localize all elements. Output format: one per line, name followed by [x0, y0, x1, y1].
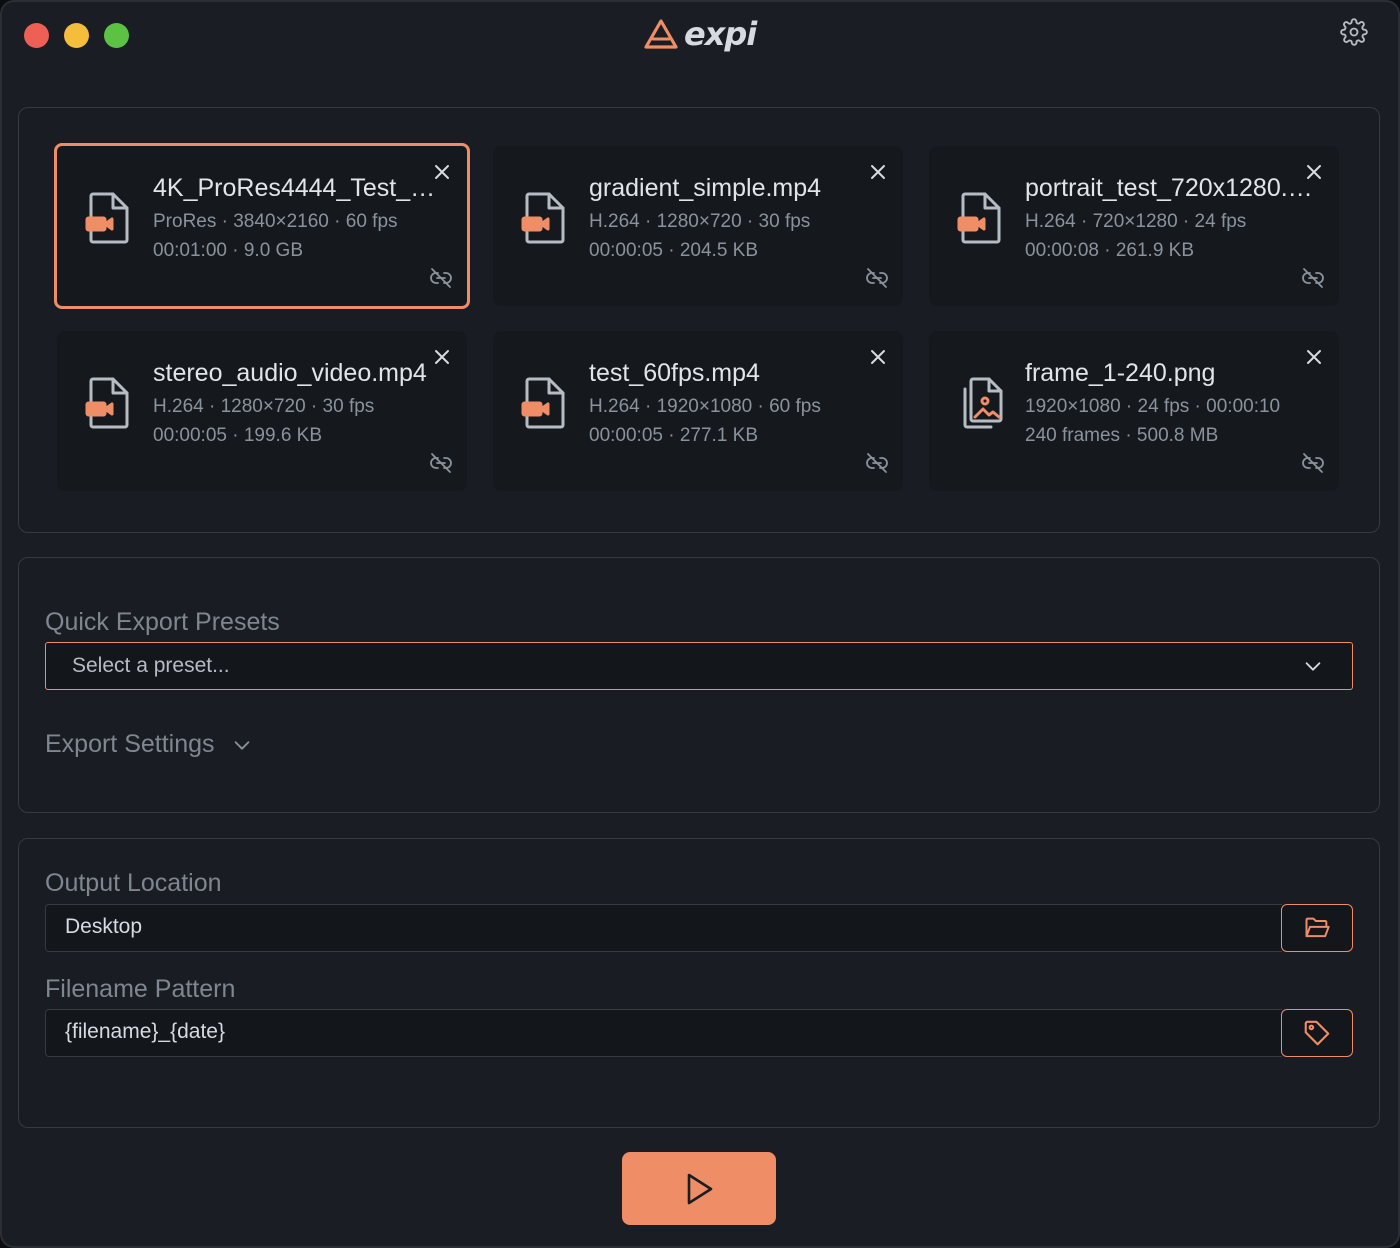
output-location-label: Output Location	[45, 869, 222, 897]
preset-select[interactable]: Select a preset...	[45, 642, 1353, 690]
chevron-down-icon	[234, 740, 249, 750]
file-name: frame_1-240.png	[1025, 359, 1216, 387]
logo-mark-icon	[644, 19, 678, 49]
video-file-icon	[521, 190, 569, 246]
file-meta-duration-size: 00:00:05 · 204.5 KB	[589, 240, 759, 261]
start-export-button[interactable]	[622, 1152, 776, 1225]
unlink-icon[interactable]	[865, 451, 889, 475]
quick-export-presets-label: Quick Export Presets	[45, 608, 280, 636]
remove-file-icon[interactable]	[869, 348, 887, 366]
close-window-button[interactable]	[24, 23, 49, 48]
unlink-icon[interactable]	[865, 266, 889, 290]
file-card[interactable]: 4K_ProRes4444_Test_6… ProRes · 3840×2160 …	[54, 143, 470, 309]
video-file-icon	[957, 190, 1005, 246]
file-card[interactable]: stereo_audio_video.mp4 H.264 · 1280×720 ·…	[57, 331, 467, 491]
logo-text: expi	[684, 15, 757, 53]
app-logo: expi	[644, 12, 757, 56]
filename-pattern-label: Filename Pattern	[45, 975, 236, 1003]
settings-gear-icon[interactable]	[1340, 18, 1368, 46]
file-meta-format: H.264 · 1280×720 · 30 fps	[153, 396, 375, 417]
file-card[interactable]: frame_1-240.png 1920×1080 · 24 fps · 00:0…	[929, 331, 1339, 491]
file-name: portrait_test_720x1280.…	[1025, 174, 1313, 202]
file-card[interactable]: portrait_test_720x1280.… H.264 · 720×1280…	[929, 146, 1339, 306]
presets-panel: Quick Export Presets Select a preset... …	[18, 557, 1380, 813]
remove-file-icon[interactable]	[1305, 163, 1323, 181]
remove-file-icon[interactable]	[1305, 348, 1323, 366]
maximize-window-button[interactable]	[104, 23, 129, 48]
file-meta-duration-size: 00:00:08 · 261.9 KB	[1025, 240, 1195, 261]
video-file-icon	[85, 375, 133, 431]
file-card[interactable]: gradient_simple.mp4 H.264 · 1280×720 · 30…	[493, 146, 903, 306]
export-settings-toggle[interactable]: Export Settings	[45, 730, 253, 759]
output-panel: Output Location Desktop Filename Pattern…	[18, 838, 1380, 1128]
folder-open-icon	[1305, 917, 1330, 938]
chevron-down-icon	[1305, 662, 1321, 671]
unlink-icon[interactable]	[429, 451, 453, 475]
video-file-icon	[85, 190, 133, 246]
filename-pattern-value: {filename}_{date}	[65, 1020, 225, 1043]
file-card[interactable]: test_60fps.mp4 H.264 · 1920×1080 · 60 fps…	[493, 331, 903, 491]
file-meta-format: H.264 · 1280×720 · 30 fps	[589, 211, 811, 232]
app-window: expi 4K_ProRes4444_Test_6… ProRes · 3840×…	[0, 0, 1400, 1248]
file-name: gradient_simple.mp4	[589, 174, 822, 202]
file-name: test_60fps.mp4	[589, 359, 760, 387]
remove-file-icon[interactable]	[433, 163, 451, 181]
filename-pattern-field[interactable]: {filename}_{date}	[45, 1009, 1282, 1057]
browse-folder-button[interactable]	[1281, 904, 1353, 952]
file-meta-duration-size: 00:00:05 · 277.1 KB	[589, 425, 759, 446]
file-meta-format: H.264 · 720×1280 · 24 fps	[1025, 211, 1247, 232]
file-meta-duration-size: 00:01:00 · 9.0 GB	[153, 240, 303, 261]
image-sequence-icon	[957, 375, 1005, 431]
remove-file-icon[interactable]	[869, 163, 887, 181]
tag-icon	[1304, 1020, 1330, 1046]
unlink-icon[interactable]	[1301, 451, 1325, 475]
play-icon	[687, 1173, 713, 1204]
file-meta-duration-size: 240 frames · 500.8 MB	[1025, 425, 1219, 446]
file-meta-duration-size: 00:00:05 · 199.6 KB	[153, 425, 323, 446]
preset-select-placeholder: Select a preset...	[72, 654, 230, 677]
video-file-icon	[521, 375, 569, 431]
files-panel: 4K_ProRes4444_Test_6… ProRes · 3840×2160 …	[18, 107, 1380, 533]
file-name: 4K_ProRes4444_Test_6…	[153, 174, 445, 202]
pattern-tags-button[interactable]	[1281, 1009, 1353, 1057]
minimize-window-button[interactable]	[64, 23, 89, 48]
unlink-icon[interactable]	[1301, 266, 1325, 290]
file-meta-format: 1920×1080 · 24 fps · 00:00:10	[1025, 396, 1281, 417]
unlink-icon[interactable]	[429, 266, 453, 290]
file-meta-format: H.264 · 1920×1080 · 60 fps	[589, 396, 821, 417]
file-name: stereo_audio_video.mp4	[153, 359, 427, 387]
export-settings-label: Export Settings	[45, 730, 215, 758]
output-location-value: Desktop	[65, 915, 143, 938]
remove-file-icon[interactable]	[433, 348, 451, 366]
output-location-field[interactable]: Desktop	[45, 904, 1282, 952]
file-meta-format: ProRes · 3840×2160 · 60 fps	[153, 211, 398, 232]
